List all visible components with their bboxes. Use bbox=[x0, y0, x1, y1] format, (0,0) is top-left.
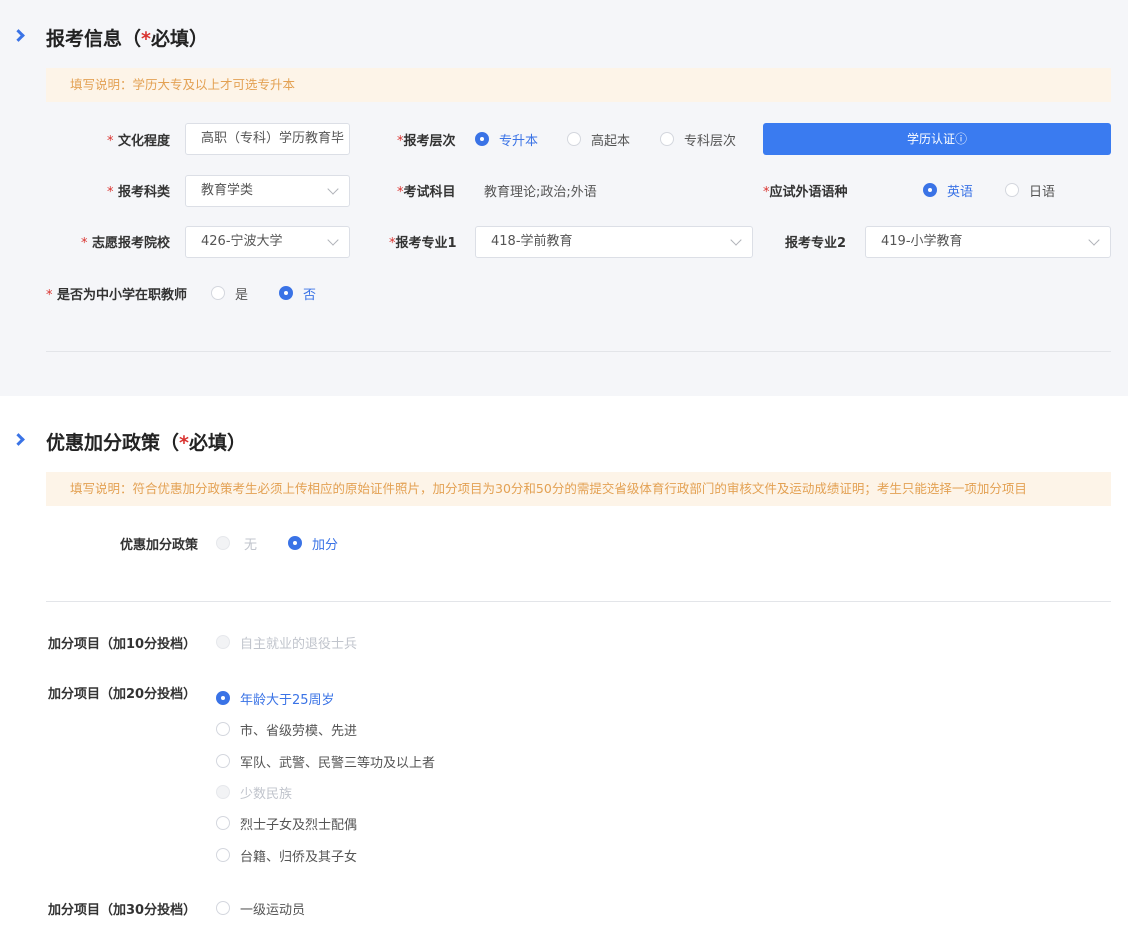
teacher-radio-no[interactable] bbox=[279, 286, 293, 300]
major2-select[interactable]: 419-小学教育 bbox=[865, 226, 1111, 258]
bonus-radio-athlete[interactable] bbox=[216, 901, 230, 915]
bonus-radio-veteran[interactable] bbox=[216, 635, 230, 649]
subject-select[interactable]: 教育学类 bbox=[185, 175, 350, 207]
education-label: * 文化程度 bbox=[106, 134, 170, 149]
bonus-radio-taiwan-overseas[interactable] bbox=[216, 848, 230, 862]
chevron-right-icon bbox=[12, 433, 25, 446]
teacher-label: * 是否为中小学在职教师 bbox=[46, 288, 188, 303]
teacher-radio-yes[interactable] bbox=[211, 286, 225, 300]
bonus-group-10-label: 加分项目（加10分投档） bbox=[48, 637, 197, 652]
bonus-option-label: 少数民族 bbox=[240, 787, 293, 802]
bonus-policy-radio-none[interactable] bbox=[216, 536, 230, 550]
bonus-group-20-label: 加分项目（加20分投档） bbox=[48, 687, 197, 702]
level-radio-zhuanke[interactable] bbox=[660, 132, 674, 146]
bonus-option-label: 年龄大于25周岁 bbox=[240, 693, 335, 708]
exam-info-notice: 填写说明：学历大专及以上才可选专升本 bbox=[46, 68, 1111, 102]
level-radio-zhuanshengben[interactable] bbox=[475, 132, 489, 146]
bonus-option-label: 台籍、归侨及其子女 bbox=[240, 850, 358, 865]
bonus-policy-label: 优惠加分政策 bbox=[120, 538, 199, 553]
bonus-option-label: 烈士子女及烈士配偶 bbox=[240, 818, 358, 833]
bonus-policy-option-label: 无 bbox=[244, 538, 258, 553]
level-option-label: 高起本 bbox=[591, 134, 631, 149]
section-title-exam-info: 报考信息（*必填） bbox=[46, 28, 208, 50]
bonus-option-label: 市、省级劳模、先进 bbox=[240, 724, 358, 739]
language-option-label: 英语 bbox=[947, 185, 974, 200]
exam-subjects-value: 教育理论;政治;外语 bbox=[484, 185, 597, 200]
education-input[interactable]: 高职（专科）学历教育毕 bbox=[185, 123, 350, 155]
major1-value: 418-学前教育 bbox=[491, 234, 573, 249]
bonus-policy-option-label: 加分 bbox=[312, 538, 339, 553]
chevron-down-icon bbox=[327, 183, 339, 195]
language-option-label: 日语 bbox=[1029, 185, 1056, 200]
bonus-policy-notice: 填写说明：符合优惠加分政策考生必须上传相应的原始证件照片，加分项目为30分和50… bbox=[46, 472, 1111, 506]
language-label: *应试外语语种 bbox=[763, 185, 848, 200]
level-radio-gaoqiben[interactable] bbox=[567, 132, 581, 146]
verify-education-button[interactable]: 学历认证ⓘ bbox=[763, 123, 1111, 155]
bonus-radio-martyr-family[interactable] bbox=[216, 816, 230, 830]
subject-label: * 报考科类 bbox=[106, 185, 170, 200]
language-radio-english[interactable] bbox=[923, 183, 937, 197]
school-value: 426-宁波大学 bbox=[201, 234, 283, 249]
bonus-option-label: 自主就业的退役士兵 bbox=[240, 637, 358, 652]
level-label: *报考层次 bbox=[397, 134, 456, 149]
bonus-policy-radio-add[interactable] bbox=[288, 536, 302, 550]
chevron-down-icon bbox=[327, 234, 339, 246]
bonus-radio-merit-award[interactable] bbox=[216, 754, 230, 768]
bonus-radio-ethnic-minority[interactable] bbox=[216, 785, 230, 799]
subject-value: 教育学类 bbox=[201, 183, 254, 198]
major2-value: 419-小学教育 bbox=[881, 234, 963, 249]
school-select[interactable]: 426-宁波大学 bbox=[185, 226, 350, 258]
bonus-radio-age-over-25[interactable] bbox=[216, 691, 230, 705]
level-option-label: 专科层次 bbox=[684, 134, 737, 149]
chevron-down-icon bbox=[730, 234, 742, 246]
teacher-option-label: 否 bbox=[303, 288, 317, 303]
bonus-option-label: 军队、武警、民警三等功及以上者 bbox=[240, 756, 436, 771]
chevron-down-icon bbox=[1088, 234, 1100, 246]
section-divider bbox=[46, 351, 1111, 352]
language-radio-japanese[interactable] bbox=[1005, 183, 1019, 197]
bonus-group-30-label: 加分项目（加30分投档） bbox=[48, 903, 197, 918]
teacher-option-label: 是 bbox=[235, 288, 249, 303]
bonus-radio-model-worker[interactable] bbox=[216, 722, 230, 736]
level-option-label: 专升本 bbox=[499, 134, 539, 149]
major2-label: 报考专业2 bbox=[785, 236, 847, 251]
section-title-bonus-policy: 优惠加分政策（*必填） bbox=[46, 432, 246, 454]
section-divider bbox=[46, 601, 1111, 602]
school-label: * 志愿报考院校 bbox=[80, 236, 170, 251]
exam-subjects-label: *考试科目 bbox=[397, 185, 456, 200]
major1-select[interactable]: 418-学前教育 bbox=[475, 226, 753, 258]
bonus-option-label: 一级运动员 bbox=[240, 903, 306, 918]
major1-label: *报考专业1 bbox=[389, 236, 457, 251]
